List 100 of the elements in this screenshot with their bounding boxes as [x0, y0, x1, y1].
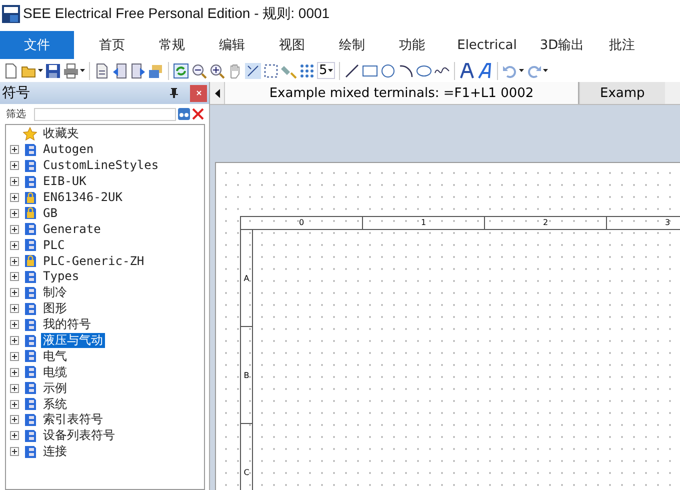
tree-item[interactable]: Generate [41, 222, 103, 237]
selection-frame-icon[interactable] [263, 62, 279, 78]
clear-icon[interactable] [192, 108, 204, 120]
dropdown-caret-icon[interactable] [328, 69, 334, 72]
expand-icon[interactable] [10, 288, 19, 298]
stack-icon[interactable] [148, 62, 164, 78]
library-icon [23, 365, 37, 380]
tree-item[interactable]: 系统 [41, 396, 69, 412]
tree-item[interactable]: 图形 [41, 301, 69, 316]
library-icon [23, 318, 37, 332]
row-label: A [241, 230, 252, 327]
tree-item[interactable]: Autogen [41, 142, 96, 158]
zoom-in-icon[interactable] [209, 62, 225, 78]
tree-item[interactable]: 示例 [41, 380, 69, 396]
tree-item[interactable]: Types [41, 269, 82, 284]
tree-item[interactable]: EN61346-2UK [41, 190, 124, 205]
column-label: 3 [607, 217, 680, 229]
column-label: 1 [363, 217, 485, 229]
save-icon[interactable] [45, 62, 61, 78]
italic-text-icon[interactable] [477, 62, 494, 78]
expand-icon[interactable] [10, 336, 19, 346]
library-icon [23, 142, 37, 157]
expand-icon[interactable] [10, 240, 19, 250]
dropdown-caret-icon[interactable] [519, 69, 524, 72]
scroll-left-icon[interactable] [214, 88, 220, 98]
dropdown-caret-icon[interactable] [80, 69, 85, 72]
star-icon [23, 126, 37, 141]
tree-item[interactable]: 设备列表符号 [41, 428, 117, 444]
diagonal-line-icon[interactable] [245, 62, 261, 78]
expand-icon[interactable] [10, 145, 19, 154]
expand-icon[interactable] [10, 161, 19, 170]
zoom-out-icon[interactable] [191, 62, 207, 78]
dropdown-caret-icon[interactable] [543, 69, 548, 72]
ellipse-icon[interactable] [416, 62, 432, 78]
arc-icon[interactable] [398, 62, 414, 78]
tree-item[interactable]: 液压与气动 [41, 333, 105, 348]
document-tab[interactable]: Examp [579, 82, 665, 104]
locked-library-icon [23, 206, 37, 220]
expand-icon[interactable] [10, 193, 19, 202]
expand-icon[interactable] [10, 304, 19, 314]
locked-library-icon [23, 190, 37, 204]
tree-item[interactable]: 我的符号 [41, 317, 93, 332]
library-icon [23, 158, 37, 173]
library-icon [23, 444, 37, 459]
expand-icon[interactable] [10, 368, 19, 377]
menu-tab[interactable]: 文件 [0, 31, 74, 59]
circle-icon[interactable] [380, 62, 396, 78]
expand-icon[interactable] [10, 415, 19, 424]
expand-icon[interactable] [10, 352, 19, 361]
panel-title: 符号 [2, 84, 31, 102]
tree-item[interactable]: CustomLineStyles [41, 158, 161, 174]
grid-icon[interactable] [299, 62, 315, 78]
dropdown-caret-icon[interactable] [38, 69, 43, 72]
text-style-icon[interactable] [459, 62, 476, 78]
printer-icon[interactable] [63, 62, 79, 78]
tree-item[interactable]: 电缆 [41, 364, 69, 380]
grid-size-dropdown[interactable]: 5 [317, 62, 336, 79]
tree-item[interactable]: 收藏夹 [41, 126, 81, 142]
column-label: 0 [241, 217, 363, 229]
library-icon [23, 397, 37, 412]
locked-library-icon [23, 254, 37, 268]
row-label: C [241, 424, 252, 490]
tree-item[interactable]: GB [41, 206, 60, 221]
tree-item[interactable]: 索引表符号 [41, 412, 105, 428]
document-tab[interactable]: Example mixed terminals: =F1+L1 0002 [224, 82, 579, 104]
arrow-right-page-icon[interactable] [130, 62, 146, 78]
tree-item[interactable]: PLC [41, 238, 67, 253]
library-icon [23, 302, 37, 316]
expand-icon[interactable] [10, 384, 19, 393]
page-icon[interactable] [94, 62, 110, 78]
arrow-left-page-icon[interactable] [112, 62, 128, 78]
library-icon [23, 412, 37, 427]
expand-icon[interactable] [10, 272, 19, 282]
tree-item[interactable]: 电气 [41, 348, 69, 364]
expand-icon[interactable] [10, 224, 19, 234]
library-icon [23, 334, 37, 348]
expand-icon[interactable] [10, 431, 19, 440]
library-icon [23, 349, 37, 364]
tree-item[interactable]: PLC-Generic-ZH [41, 254, 146, 269]
window-title: SEE Electrical Free Personal Edition - 规则: 0001 [23, 5, 330, 23]
line-icon[interactable] [344, 62, 360, 78]
expand-icon[interactable] [10, 447, 19, 456]
expand-icon[interactable] [10, 400, 19, 409]
expand-icon[interactable] [10, 320, 19, 330]
new-document-icon[interactable] [3, 62, 19, 78]
row-label: B [241, 327, 252, 424]
tree-item[interactable]: 连接 [41, 444, 69, 460]
tree-item[interactable]: 制冷 [41, 285, 69, 300]
expand-icon[interactable] [10, 256, 19, 266]
close-icon [196, 90, 202, 96]
expand-icon[interactable] [10, 208, 19, 218]
expand-icon[interactable] [10, 177, 19, 186]
pin-icon[interactable] [170, 88, 178, 98]
filter-field[interactable] [34, 108, 176, 120]
refresh-icon[interactable] [173, 62, 189, 78]
app-logo-icon [2, 5, 20, 23]
close-button[interactable] [190, 84, 207, 102]
library-icon [23, 286, 37, 300]
tree-item[interactable]: EIB-UK [41, 174, 88, 190]
rectangle-icon[interactable] [362, 62, 378, 78]
